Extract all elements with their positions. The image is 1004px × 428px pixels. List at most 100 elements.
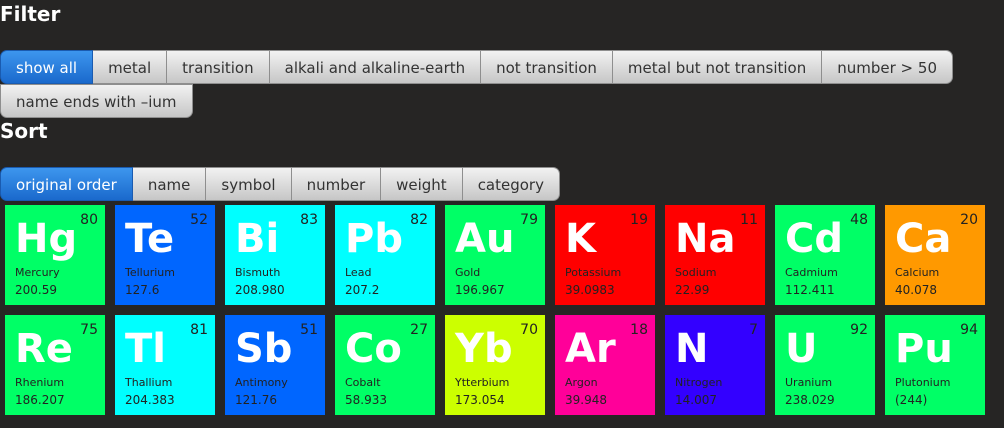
sort-heading: Sort [0, 119, 48, 143]
element-weight: 200.59 [15, 283, 57, 297]
element-tile: Re 75 Rhenium 186.207 [5, 315, 105, 415]
sort-name-button[interactable]: name [132, 167, 207, 201]
element-weight: 127.6 [125, 283, 160, 297]
element-number: 11 [740, 212, 758, 228]
element-number: 18 [630, 322, 648, 338]
element-name: Tellurium [125, 266, 175, 279]
element-name: Calcium [895, 266, 940, 279]
element-weight: (244) [895, 393, 928, 407]
filter-button-group: show all metal transition alkali and alk… [0, 50, 953, 84]
element-number: 52 [190, 212, 208, 228]
element-name: Potassium [565, 266, 622, 279]
element-number: 27 [410, 322, 428, 338]
sort-category-button[interactable]: category [462, 167, 560, 201]
element-name: Sodium [675, 266, 717, 279]
element-grid: Hg 80 Mercury 200.59 Te 52 Tellurium 127.6 Bi 83 B… [5, 205, 985, 415]
filter-metal-button[interactable]: metal [93, 50, 168, 84]
element-symbol: Bi [235, 216, 280, 262]
element-number: 82 [410, 212, 428, 228]
element-tile: Hg 80 Mercury 200.59 [5, 205, 105, 305]
filter-ium-button[interactable]: name ends with –ium [0, 84, 193, 118]
element-weight: 121.76 [235, 393, 277, 407]
element-tile: Co 27 Cobalt 58.933 [335, 315, 435, 415]
element-symbol: Na [675, 216, 736, 262]
element-tile: N 7 Nitrogen 14.007 [665, 315, 765, 415]
element-tile: Au 79 Gold 196.967 [445, 205, 545, 305]
element-tile: Te 52 Tellurium 127.6 [115, 205, 215, 305]
element-symbol: Tl [125, 326, 166, 372]
element-tile: U 92 Uranium 238.029 [775, 315, 875, 415]
element-tile: Tl 81 Thallium 204.383 [115, 315, 215, 415]
element-symbol: Sb [235, 326, 293, 372]
element-number: 94 [960, 322, 978, 338]
element-tile: Pu 94 Plutonium (244) [885, 315, 985, 415]
element-symbol: Ca [895, 216, 952, 262]
element-name: Mercury [15, 266, 60, 279]
element-tile: K 19 Potassium 39.0983 [555, 205, 655, 305]
element-symbol: U [785, 326, 818, 372]
element-number: 80 [80, 212, 98, 228]
element-weight: 58.933 [345, 393, 387, 407]
sort-weight-button[interactable]: weight [381, 167, 463, 201]
element-tile: Ar 18 Argon 39.948 [555, 315, 655, 415]
element-symbol: Co [345, 326, 402, 372]
element-symbol: Pu [895, 326, 953, 372]
sort-number-button[interactable]: number [291, 167, 382, 201]
element-tile: Sb 51 Antimony 121.76 [225, 315, 325, 415]
sort-symbol-button[interactable]: symbol [206, 167, 292, 201]
filter-button-group-row2: name ends with –ium [0, 84, 193, 118]
element-symbol: Te [125, 216, 175, 262]
element-symbol: Pb [345, 216, 403, 262]
element-weight: 196.967 [455, 283, 505, 297]
element-symbol: Au [455, 216, 515, 262]
filter-show-all-button[interactable]: show all [0, 50, 94, 84]
element-weight: 14.007 [675, 393, 717, 407]
element-number: 70 [520, 322, 538, 338]
filter-transition-button[interactable]: transition [167, 50, 270, 84]
element-name: Lead [345, 266, 372, 279]
element-name: Cobalt [345, 376, 381, 389]
filter-metal-not-transition-button[interactable]: metal but not transition [612, 50, 823, 84]
element-name: Gold [455, 266, 481, 279]
element-name: Argon [565, 376, 598, 389]
element-weight: 112.411 [785, 283, 835, 297]
element-number: 75 [80, 322, 98, 338]
element-number: 48 [850, 212, 868, 228]
element-tile: Ca 20 Calcium 40.078 [885, 205, 985, 305]
element-symbol: Yb [455, 326, 513, 372]
filter-not-transition-button[interactable]: not transition [481, 50, 613, 84]
element-weight: 39.948 [565, 393, 607, 407]
element-number: 20 [960, 212, 978, 228]
element-name: Uranium [785, 376, 833, 389]
element-number: 7 [749, 322, 758, 338]
element-name: Rhenium [15, 376, 65, 389]
element-name: Thallium [125, 376, 173, 389]
element-name: Antimony [235, 376, 288, 389]
filter-alkali-button[interactable]: alkali and alkaline-earth [269, 50, 482, 84]
element-tile: Bi 83 Bismuth 208.980 [225, 205, 325, 305]
element-symbol: Re [15, 326, 73, 372]
element-symbol: Ar [565, 326, 616, 372]
element-number: 83 [300, 212, 318, 228]
element-weight: 22.99 [675, 283, 710, 297]
element-weight: 40.078 [895, 283, 937, 297]
element-number: 81 [190, 322, 208, 338]
element-number: 92 [850, 322, 868, 338]
element-tile: Yb 70 Ytterbium 173.054 [445, 315, 545, 415]
element-weight: 39.0983 [565, 283, 615, 297]
element-tile: Cd 48 Cadmium 112.411 [775, 205, 875, 305]
element-number: 79 [520, 212, 538, 228]
element-weight: 173.054 [455, 393, 505, 407]
element-symbol: Hg [15, 216, 78, 262]
element-name: Nitrogen [675, 376, 723, 389]
sort-original-order-button[interactable]: original order [0, 167, 133, 201]
element-symbol: Cd [785, 216, 843, 262]
element-name: Ytterbium [455, 376, 510, 389]
element-weight: 238.029 [785, 393, 835, 407]
element-weight: 204.383 [125, 393, 175, 407]
element-name: Plutonium [895, 376, 951, 389]
filter-number-gt-50-button[interactable]: number > 50 [822, 50, 953, 84]
element-symbol: N [675, 326, 709, 372]
sort-button-group: original order name symbol number weight… [0, 167, 560, 201]
element-symbol: K [565, 216, 596, 262]
